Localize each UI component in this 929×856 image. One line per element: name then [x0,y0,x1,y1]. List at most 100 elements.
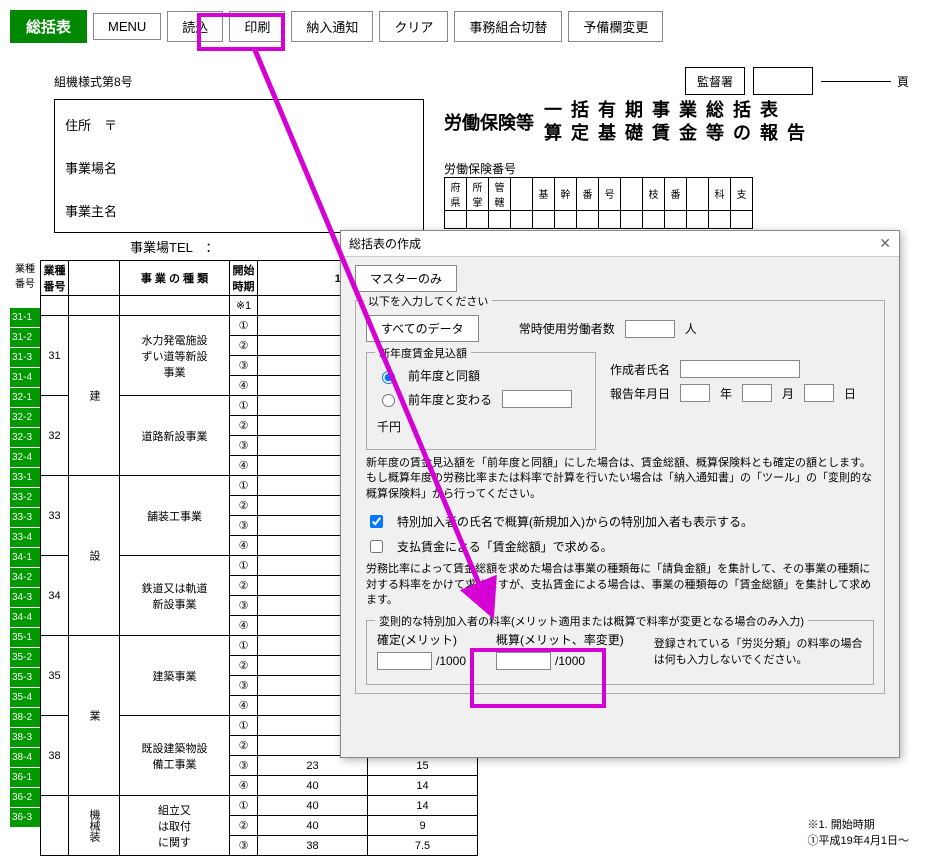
hoken-value-cell [687,210,709,228]
radio-diff[interactable] [382,394,395,407]
hoken-value-cell [511,210,533,228]
start-period: ④ [230,696,258,716]
side-label: 38-4 [10,748,40,768]
title-line2: 算 定 基 礎 賃 金 等 の 報 告 [544,123,807,143]
group-name: 既設建築物設備工事業 [120,716,230,796]
side-label: 35-3 [10,668,40,688]
radio-same-label: 前年度と同額 [408,367,480,384]
side-label: 35-2 [10,648,40,668]
clear-button[interactable]: クリア [379,11,448,42]
hoken-head-cell: 号 [599,177,621,210]
reg-note: 登録されている「労災分類」の料率の場合は何も入力しないでください。 [654,637,863,668]
start-period: ③ [230,356,258,376]
start-period: ② [230,336,258,356]
hoken-head-cell [511,177,533,210]
grid-header: 開始時期 [230,261,258,296]
note2: 労務比率によって賃金総額を求めた場合は事業の種類毎に「請負金額」を集計して、その… [366,562,874,608]
side-label: 32-4 [10,448,40,468]
grid-cell [69,296,120,316]
start-period: ④ [230,376,258,396]
hoken-head-cell: 府県 [445,177,467,210]
day-input[interactable] [804,384,834,402]
form-number: 組機様式第8号 [54,73,133,90]
group-number: 35 [41,636,69,716]
side-label: 33-2 [10,488,40,508]
start-period: ① [230,716,258,736]
office-switch-button[interactable]: 事務組合切替 [454,11,562,42]
grid-header: 事 業 の 種 類 [120,261,230,296]
gaisan-unit: /1000 [555,654,585,668]
group-number: 33 [41,476,69,556]
footnote-line2: ①平成19年4月1日～ [808,832,909,848]
month-input[interactable] [742,384,772,402]
chk-special[interactable] [370,515,383,528]
grid-cell: 7.5 [368,836,478,856]
wage-amount-input[interactable] [502,390,572,408]
creator-input[interactable] [680,360,800,378]
hoken-value-cell [555,210,577,228]
group-name: 道路新設事業 [120,396,230,476]
hoken-head-cell: 番 [577,177,599,210]
group-name: 水力発電施設ずい道等新設事業 [120,316,230,396]
inspector-label: 監督署 [685,67,745,95]
side-label: 35-1 [10,628,40,648]
gaisan-input[interactable] [496,652,551,670]
grid-cell: 14 [368,796,478,816]
hoken-head-cell [621,177,643,210]
all-data-button[interactable]: すべてのデータ [366,315,479,342]
grid-header [69,261,120,296]
insurance-number-label: 労働保険番号 [444,160,909,177]
hoken-value-cell [467,210,489,228]
side-label: 31-3 [10,348,40,368]
start-period: ④ [230,616,258,636]
chk-wagetotal-label: 支払賃金による「賃金総額」で求める。 [397,538,613,555]
note1: 新年度の賃金見込額を「前年度と同額」にした場合は、賃金総額、概算保険料とも確定の… [366,456,874,502]
delivery-notice-button[interactable]: 納入通知 [291,11,373,42]
start-period: ① [230,556,258,576]
kakutei-input[interactable] [377,652,432,670]
grid-cell: 38 [258,836,368,856]
side-label: 38-3 [10,728,40,748]
chk-wagetotal[interactable] [370,540,383,553]
workers-input[interactable] [625,320,675,338]
input-legend: 以下を入力してください [364,293,492,309]
grid-cell: 14 [368,776,478,796]
start-period: ② [230,416,258,436]
radio-same[interactable] [382,371,395,384]
menu-button[interactable]: MENU [93,13,161,40]
master-only-button[interactable]: マスターのみ [355,265,457,292]
page-label: 頁 [897,73,909,90]
side-label: 34-4 [10,608,40,628]
start-period: ② [230,736,258,756]
vertical-group: 建 [69,316,120,476]
side-label: 31-4 [10,368,40,388]
workers-unit: 人 [685,320,697,337]
load-button[interactable]: 読込 [167,11,223,42]
group-number: 32 [41,396,69,476]
creator-label: 作成者氏名 [610,361,670,378]
side-label: 33-3 [10,508,40,528]
side-label: 34-2 [10,568,40,588]
side-label: 34-1 [10,548,40,568]
start-period: ② [230,656,258,676]
group-number: 34 [41,556,69,636]
group-name: 建築事業 [120,636,230,716]
wage-unit: 千円 [377,418,401,435]
year-input[interactable] [680,384,710,402]
place-label: 事業場名 [65,158,413,177]
hoken-head-cell: 管轄 [489,177,511,210]
group-name: 鉄道又は軌道新設事業 [120,556,230,636]
summary-title-button[interactable]: 総括表 [10,10,87,43]
hoken-value-cell [599,210,621,228]
side-label: 32-1 [10,388,40,408]
group-number [41,796,69,856]
title-line1: 一 括 有 期 事 業 総 括 表 [544,100,780,120]
start-period: ③ [230,756,258,776]
title-lead: 労働保険等 [444,109,534,135]
spare-column-button[interactable]: 予備欄変更 [568,11,663,42]
print-button[interactable]: 印刷 [229,11,285,42]
hoken-head-cell: 幹 [555,177,577,210]
close-icon[interactable]: ✕ [879,235,891,252]
inspector-value [753,67,813,95]
side-header: 業種 番号 [10,260,40,308]
